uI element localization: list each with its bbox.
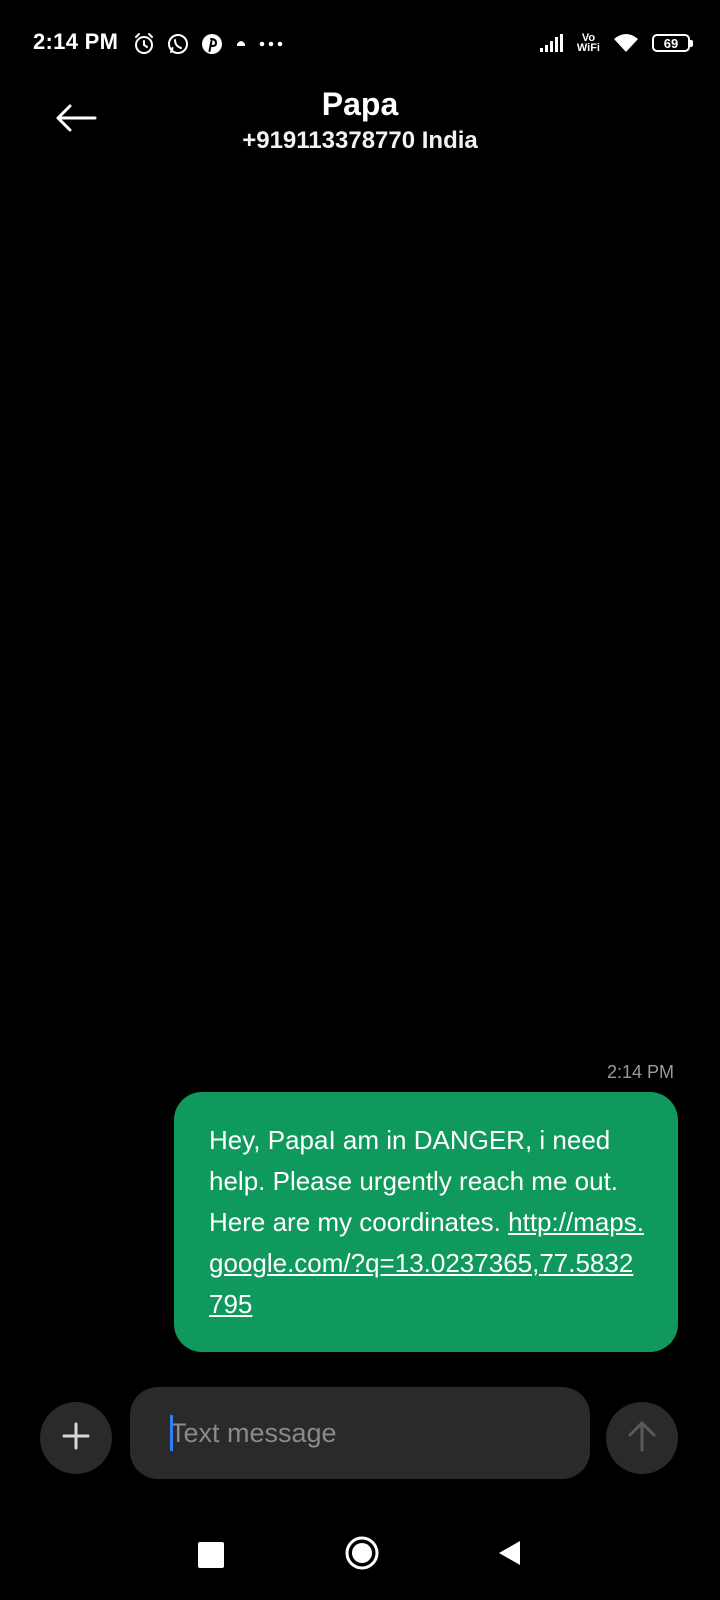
more-notifications-icon: [258, 32, 284, 56]
vowifi-icon: Vo WiFi: [576, 33, 600, 54]
system-icons: Vo WiFi 69: [527, 28, 693, 58]
text-cursor: [170, 1415, 173, 1451]
status-bar: 2:14 PM Vo WiFi 69: [0, 0, 720, 86]
notification-dot-icon: [234, 32, 248, 56]
pinterest-icon: [200, 32, 224, 56]
contact-name: Papa: [321, 86, 399, 122]
home-button[interactable]: [343, 1536, 381, 1574]
notification-icons: [132, 29, 294, 59]
signal-icon: [539, 33, 565, 53]
triangle-back-icon: [496, 1539, 522, 1572]
recents-button[interactable]: [198, 1542, 224, 1568]
contact-number: +919113378770 India: [242, 127, 478, 154]
message-timestamp: 2:14 PM: [606, 1062, 674, 1082]
send-button[interactable]: [606, 1402, 678, 1474]
alarm-icon: [132, 32, 156, 56]
battery-icon: 69: [652, 34, 693, 52]
circle-icon: [344, 1535, 380, 1576]
nav-back-button[interactable]: [494, 1540, 524, 1570]
whatsapp-icon: [166, 32, 190, 56]
battery-level: 69: [652, 34, 693, 52]
plus-icon: [60, 1420, 92, 1457]
outgoing-message-bubble[interactable]: Hey, PapaI am in DANGER, i need help. Pl…: [174, 1092, 678, 1352]
message-input[interactable]: [130, 1387, 590, 1479]
vowifi-line2: WiFi: [576, 42, 600, 54]
arrow-up-icon: [625, 1419, 659, 1458]
status-time: 2:14 PM: [33, 29, 119, 54]
conversation-header: Papa +919113378770 India: [0, 86, 720, 166]
attach-button[interactable]: [40, 1402, 112, 1474]
navigation-bar: [0, 1500, 720, 1600]
wifi-icon: [612, 32, 640, 54]
